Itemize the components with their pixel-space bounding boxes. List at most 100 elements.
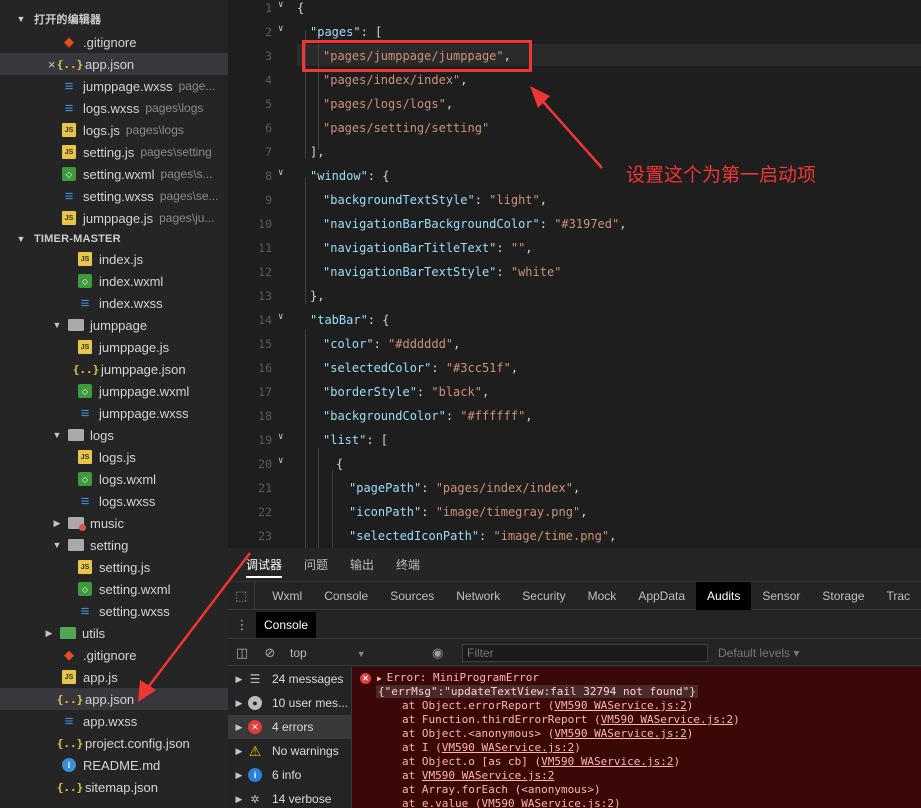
file-name: index.wxss <box>99 295 163 311</box>
tree-item[interactable]: ▼ jumppage <box>0 314 228 336</box>
code-token: "black" <box>431 385 482 399</box>
fold-chevron-icon[interactable]: ∨ <box>278 312 283 322</box>
tree-item[interactable]: ▼ logs <box>0 424 228 446</box>
tree-item[interactable]: ≡ logs.wxss <box>0 490 228 512</box>
tree-item[interactable]: ◇ jumppage.wxml <box>0 380 228 402</box>
open-editor-item[interactable]: ≡ logs.wxss pages\logs <box>0 97 228 119</box>
open-editor-item[interactable]: JS jumppage.js pages\ju... <box>0 207 228 229</box>
sidebar-toggle-icon[interactable]: ◫ <box>228 645 256 661</box>
project-header[interactable]: ▼ TIMER-MASTER <box>0 229 228 249</box>
bottom-tab[interactable]: 调试器 <box>246 548 283 582</box>
list-icon: ☰ <box>249 672 261 686</box>
devtools-tab[interactable]: Sources <box>379 582 445 610</box>
bottom-tab[interactable]: 输出 <box>350 548 374 582</box>
tree-item[interactable]: ≡ index.wxss <box>0 292 228 314</box>
devtools-tab[interactable]: Wxml <box>261 582 313 610</box>
eye-icon[interactable]: ◉ <box>432 645 462 661</box>
open-editor-item[interactable]: ≡ jumppage.wxss page... <box>0 75 228 97</box>
open-editors-header[interactable]: ▼ 打开的编辑器 <box>0 9 228 29</box>
devtools-tab[interactable]: Sensor <box>751 582 811 610</box>
message-filter-item[interactable]: ▶ ✕ 4 errors <box>228 715 351 739</box>
tree-item[interactable]: ▶ utils <box>0 622 228 644</box>
devtools-tab[interactable]: AppData <box>627 582 696 610</box>
context-select[interactable]: top ▼ <box>290 646 432 660</box>
tree-item[interactable]: {..} app.json <box>0 688 228 710</box>
source-link[interactable]: VM590 WAService.js:2 <box>554 699 686 712</box>
tree-item[interactable]: {..} sitemap.json <box>0 776 228 798</box>
tree-item[interactable]: i README.md <box>0 754 228 776</box>
open-editor-item[interactable]: JS setting.js pages\setting <box>0 141 228 163</box>
expand-triangle-icon: ▶ <box>377 674 387 683</box>
tree-item[interactable]: JS logs.js <box>0 446 228 468</box>
tree-item[interactable]: ◇ setting.wxml <box>0 578 228 600</box>
filter-input[interactable] <box>462 643 708 662</box>
devtools-tab[interactable]: Console <box>313 582 379 610</box>
source-link[interactable]: VM590 WAService.js:2 <box>442 741 574 754</box>
code-token: , <box>453 337 461 351</box>
more-icon[interactable]: ⋮ <box>228 617 256 633</box>
tree-item[interactable]: ▶ music <box>0 512 228 534</box>
message-filter-item[interactable]: ▶ ☰ 24 messages <box>228 667 351 691</box>
tree-item[interactable]: JS app.js <box>0 666 228 688</box>
open-editor-item[interactable]: ◆ .gitignore <box>0 31 228 53</box>
levels-dropdown[interactable]: Default levels ▾ <box>718 646 799 660</box>
code-token: "iconPath" <box>349 505 422 519</box>
code-line: { <box>336 457 343 471</box>
message-filter-item[interactable]: ▶ ⚠ No warnings <box>228 739 351 763</box>
tree-item[interactable]: {..} project.config.json <box>0 732 228 754</box>
fold-chevron-icon[interactable]: ∨ <box>278 432 283 442</box>
tree-item[interactable]: ◆ .gitignore <box>0 644 228 666</box>
error-title-line[interactable]: ✕ ▶ Error: MiniProgramError <box>360 671 921 685</box>
fold-chevron-icon[interactable]: ∨ <box>278 168 283 178</box>
tree-item[interactable]: JS setting.js <box>0 556 228 578</box>
code-token: : { <box>367 169 390 183</box>
wxss-icon: ≡ <box>64 712 74 730</box>
tree-item[interactable]: JS index.js <box>0 248 228 270</box>
fold-chevron-icon[interactable]: ∨ <box>278 24 283 34</box>
message-filter-item[interactable]: ▶ ● 10 user mes... <box>228 691 351 715</box>
fold-chevron-icon[interactable]: ∨ <box>278 0 283 10</box>
source-link[interactable]: VM590 WAService.js:2 <box>554 727 686 740</box>
wxss-icon: ≡ <box>80 602 90 620</box>
open-editor-item[interactable]: × {..} app.json <box>0 53 228 75</box>
tree-item[interactable]: ≡ jumppage.wxss <box>0 402 228 424</box>
clear-icon[interactable]: ⊘ <box>256 645 284 661</box>
code-editor[interactable]: 1 ∨{2 ∨ "pages": [3 "pages/jumppage/jumppage… <box>228 0 921 548</box>
stack-frame: at VM590 WAService.js:2 <box>360 769 921 783</box>
fold-chevron-icon[interactable]: ∨ <box>278 456 283 466</box>
source-link[interactable]: VM590 WAService.js:2 <box>541 755 673 768</box>
file-name: sitemap.json <box>85 779 158 795</box>
message-filter-item[interactable]: ▶ ✲ 14 verbose <box>228 787 351 808</box>
source-link[interactable]: VM590 WAService.js:2 <box>422 769 554 782</box>
folder-icon <box>68 517 86 531</box>
code-token: , <box>609 529 617 543</box>
tree-item[interactable]: {..} jumppage.json <box>0 358 228 380</box>
devtools-tab[interactable]: Security <box>511 582 576 610</box>
file-path: pages\ju... <box>159 211 215 225</box>
open-editor-item[interactable]: JS logs.js pages\logs <box>0 119 228 141</box>
source-link[interactable]: VM590 WAService.js:2 <box>481 797 613 808</box>
file-name: app.json <box>85 691 135 707</box>
devtools-tab[interactable]: Storage <box>811 582 875 610</box>
tree-item[interactable]: ≡ app.wxss <box>0 710 228 732</box>
message-filter-item[interactable]: ▶ i 6 info <box>228 763 351 787</box>
devtools-tab[interactable]: Trac <box>875 582 921 610</box>
tree-item[interactable]: ◇ index.wxml <box>0 270 228 292</box>
tab-console[interactable]: Console <box>256 611 317 638</box>
bottom-tab[interactable]: 问题 <box>304 548 328 582</box>
tree-item[interactable]: ◇ logs.wxml <box>0 468 228 490</box>
devtools-tab[interactable]: Mock <box>577 582 628 610</box>
open-editor-item[interactable]: ≡ setting.wxss pages\se... <box>0 185 228 207</box>
bottom-tab[interactable]: 终端 <box>396 548 420 582</box>
devtools-tab[interactable]: Audits <box>696 581 752 610</box>
verbose-icon: ✲ <box>250 793 260 806</box>
tree-item[interactable]: JS jumppage.js <box>0 336 228 358</box>
tree-item[interactable]: ≡ setting.wxss <box>0 600 228 622</box>
file-name: jumppage.json <box>101 361 186 377</box>
open-editor-item[interactable]: ◇ setting.wxml pages\s... <box>0 163 228 185</box>
inspect-icon[interactable]: ⬚ <box>228 581 256 610</box>
devtools-tab[interactable]: Network <box>445 582 511 610</box>
source-link[interactable]: VM590 WAService.js:2 <box>601 713 733 726</box>
line-number: 15 <box>258 337 272 351</box>
tree-item[interactable]: ▼ setting <box>0 534 228 556</box>
